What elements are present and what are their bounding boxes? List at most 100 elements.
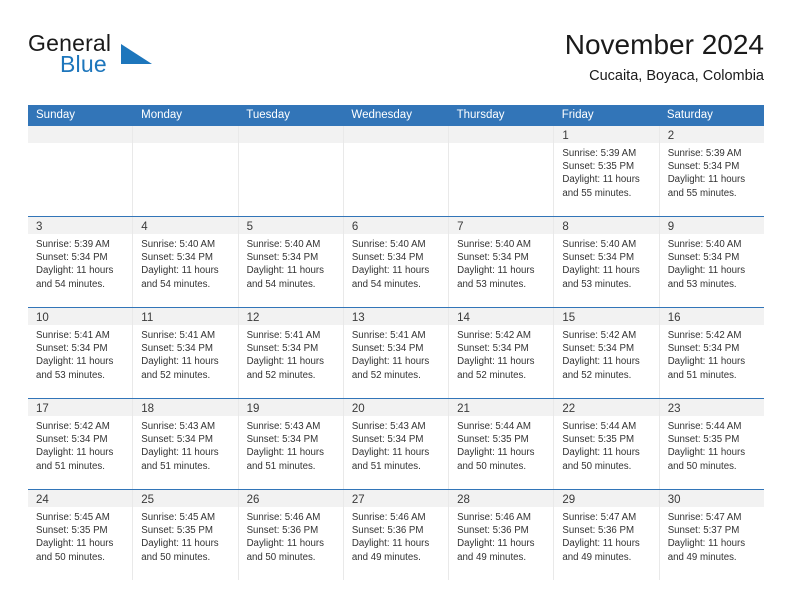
day-number: 29 bbox=[562, 494, 576, 506]
day-number-band bbox=[238, 126, 343, 143]
daylight-text: Daylight: 11 hours and 52 minutes. bbox=[351, 356, 430, 381]
day-number: 15 bbox=[562, 312, 576, 324]
sunset-text: Sunset: 5:34 PM bbox=[562, 252, 635, 264]
page-header: General Blue November 2024 Cucaita, Boya… bbox=[28, 28, 764, 98]
daylight-text: Daylight: 11 hours and 52 minutes. bbox=[246, 356, 324, 381]
day-sun-info: Sunrise: 5:40 AM Sunset: 5:34 PM Daylight:… bbox=[133, 234, 237, 291]
day-cell[interactable]: 8 Sunrise: 5:40 AM Sunset: 5:34 PM Daylight… bbox=[554, 217, 660, 307]
sunrise-text: Sunrise: 5:40 AM bbox=[246, 239, 321, 250]
day-number-band: 28 bbox=[449, 490, 554, 507]
day-cell[interactable]: 1 Sunrise: 5:39 AM Sunset: 5:35 PM Daylight… bbox=[554, 126, 660, 216]
day-number-band: 30 bbox=[659, 490, 764, 507]
daylight-text: Daylight: 11 hours and 50 minutes. bbox=[667, 447, 746, 472]
sunrise-text: Sunrise: 5:47 AM bbox=[562, 512, 637, 523]
day-sun-info: Sunrise: 5:42 AM Sunset: 5:34 PM Daylight:… bbox=[449, 325, 553, 382]
day-cell[interactable]: 4 Sunrise: 5:40 AM Sunset: 5:34 PM Daylight… bbox=[133, 217, 239, 307]
daylight-text: Daylight: 11 hours and 52 minutes. bbox=[457, 356, 535, 381]
day-sun-info: Sunrise: 5:43 AM Sunset: 5:34 PM Daylight:… bbox=[344, 416, 448, 473]
sunset-text: Sunset: 5:35 PM bbox=[562, 161, 635, 173]
day-number: 4 bbox=[141, 221, 148, 233]
day-cell[interactable]: 13 Sunrise: 5:41 AM Sunset: 5:34 PM Dayligh… bbox=[343, 308, 450, 398]
sunrise-text: Sunrise: 5:40 AM bbox=[141, 239, 216, 250]
day-number-band: 26 bbox=[238, 490, 343, 507]
day-cell[interactable]: 14 Sunrise: 5:42 AM Sunset: 5:34 PM Dayligh… bbox=[449, 308, 555, 398]
sunrise-text: Sunrise: 5:46 AM bbox=[246, 512, 321, 523]
day-cell[interactable]: 19 Sunrise: 5:43 AM Sunset: 5:34 PM Dayligh… bbox=[238, 399, 344, 489]
day-cell-empty bbox=[343, 126, 450, 216]
daylight-text: Daylight: 11 hours and 51 minutes. bbox=[351, 447, 430, 472]
day-cell[interactable]: 29 Sunrise: 5:47 AM Sunset: 5:36 PM Dayligh… bbox=[554, 490, 660, 580]
day-cell[interactable]: 28 Sunrise: 5:46 AM Sunset: 5:36 PM Dayligh… bbox=[449, 490, 555, 580]
day-sun-info: Sunrise: 5:44 AM Sunset: 5:35 PM Daylight:… bbox=[449, 416, 553, 473]
day-sun-info: Sunrise: 5:41 AM Sunset: 5:34 PM Daylight:… bbox=[239, 325, 343, 382]
day-cell[interactable]: 5 Sunrise: 5:40 AM Sunset: 5:34 PM Daylight… bbox=[238, 217, 344, 307]
day-number-band bbox=[343, 126, 449, 143]
weekday-friday: Friday bbox=[561, 109, 594, 121]
day-number: 20 bbox=[351, 403, 365, 415]
day-number: 13 bbox=[351, 312, 365, 324]
sunset-text: Sunset: 5:34 PM bbox=[246, 252, 319, 264]
day-sun-info: Sunrise: 5:42 AM Sunset: 5:34 PM Daylight:… bbox=[28, 416, 132, 473]
sunset-text: Sunset: 5:34 PM bbox=[351, 343, 424, 355]
daylight-text: Daylight: 11 hours and 50 minutes. bbox=[36, 538, 114, 563]
sunset-text: Sunset: 5:35 PM bbox=[667, 434, 740, 446]
day-cell[interactable]: 7 Sunrise: 5:40 AM Sunset: 5:34 PM Daylight… bbox=[449, 217, 555, 307]
sunset-text: Sunset: 5:34 PM bbox=[457, 343, 529, 355]
day-cell[interactable]: 17 Sunrise: 5:42 AM Sunset: 5:34 PM Dayligh… bbox=[28, 399, 134, 489]
day-number-band: 15 bbox=[554, 308, 659, 325]
day-cell[interactable]: 2 Sunrise: 5:39 AM Sunset: 5:34 PM Daylight… bbox=[659, 126, 764, 216]
day-cell[interactable]: 21 Sunrise: 5:44 AM Sunset: 5:35 PM Dayligh… bbox=[449, 399, 555, 489]
day-number: 6 bbox=[351, 221, 359, 233]
day-cell[interactable]: 24 Sunrise: 5:45 AM Sunset: 5:35 PM Dayligh… bbox=[28, 490, 134, 580]
sunrise-text: Sunrise: 5:44 AM bbox=[457, 421, 531, 432]
day-cell[interactable]: 15 Sunrise: 5:42 AM Sunset: 5:34 PM Dayligh… bbox=[554, 308, 660, 398]
day-number-band: 14 bbox=[449, 308, 554, 325]
day-sun-info: Sunrise: 5:39 AM Sunset: 5:35 PM Daylight:… bbox=[554, 143, 658, 200]
daylight-text: Daylight: 11 hours and 53 minutes. bbox=[36, 356, 114, 381]
day-cell[interactable]: 9 Sunrise: 5:40 AM Sunset: 5:34 PM Daylight… bbox=[659, 217, 764, 307]
calendar-week-row: 10 Sunrise: 5:41 AM Sunset: 5:34 PM Dayligh… bbox=[28, 308, 764, 399]
day-cell[interactable]: 23 Sunrise: 5:44 AM Sunset: 5:35 PM Dayligh… bbox=[659, 399, 764, 489]
daylight-text: Daylight: 11 hours and 50 minutes. bbox=[246, 538, 324, 563]
day-number-band: 27 bbox=[343, 490, 449, 507]
day-cell[interactable]: 18 Sunrise: 5:43 AM Sunset: 5:34 PM Dayligh… bbox=[133, 399, 239, 489]
day-cell[interactable]: 27 Sunrise: 5:46 AM Sunset: 5:36 PM Dayligh… bbox=[343, 490, 450, 580]
calendar-weeks: 1 Sunrise: 5:39 AM Sunset: 5:35 PM Daylight… bbox=[28, 126, 764, 580]
day-sun-info: Sunrise: 5:46 AM Sunset: 5:36 PM Daylight:… bbox=[344, 507, 448, 564]
day-number-band: 1 bbox=[554, 126, 659, 143]
day-number: 26 bbox=[246, 494, 260, 506]
sunset-text: Sunset: 5:36 PM bbox=[351, 525, 424, 537]
sunrise-text: Sunrise: 5:41 AM bbox=[141, 330, 216, 341]
day-number: 14 bbox=[457, 312, 470, 324]
logo-text-blue: Blue bbox=[60, 51, 107, 77]
daylight-text: Daylight: 11 hours and 51 minutes. bbox=[667, 356, 746, 381]
day-number-band: 5 bbox=[238, 217, 343, 234]
day-cell[interactable]: 30 Sunrise: 5:47 AM Sunset: 5:37 PM Dayligh… bbox=[659, 490, 764, 580]
day-number: 21 bbox=[457, 403, 470, 415]
day-number-band: 6 bbox=[343, 217, 449, 234]
day-cell[interactable]: 6 Sunrise: 5:40 AM Sunset: 5:34 PM Daylight… bbox=[343, 217, 450, 307]
day-cell[interactable]: 3 Sunrise: 5:39 AM Sunset: 5:34 PM Daylight… bbox=[28, 217, 134, 307]
day-number: 9 bbox=[667, 221, 675, 233]
day-cell[interactable]: 25 Sunrise: 5:45 AM Sunset: 5:35 PM Dayligh… bbox=[133, 490, 239, 580]
day-cell[interactable]: 10 Sunrise: 5:41 AM Sunset: 5:34 PM Dayligh… bbox=[28, 308, 134, 398]
day-number-band: 2 bbox=[659, 126, 764, 143]
sunset-text: Sunset: 5:34 PM bbox=[457, 252, 529, 264]
day-cell[interactable]: 26 Sunrise: 5:46 AM Sunset: 5:36 PM Dayligh… bbox=[238, 490, 344, 580]
day-cell[interactable]: 16 Sunrise: 5:42 AM Sunset: 5:34 PM Dayligh… bbox=[659, 308, 764, 398]
day-cell[interactable]: 22 Sunrise: 5:44 AM Sunset: 5:35 PM Dayligh… bbox=[554, 399, 660, 489]
day-cell-empty bbox=[238, 126, 344, 216]
day-cell[interactable]: 11 Sunrise: 5:41 AM Sunset: 5:34 PM Dayligh… bbox=[133, 308, 239, 398]
weekday-sunday: Sunday bbox=[36, 109, 76, 121]
sunset-text: Sunset: 5:34 PM bbox=[246, 343, 319, 355]
day-cell[interactable]: 20 Sunrise: 5:43 AM Sunset: 5:34 PM Dayligh… bbox=[343, 399, 450, 489]
sunset-text: Sunset: 5:34 PM bbox=[141, 252, 213, 264]
daylight-text: Daylight: 11 hours and 53 minutes. bbox=[457, 265, 535, 290]
day-cell[interactable]: 12 Sunrise: 5:41 AM Sunset: 5:34 PM Dayligh… bbox=[238, 308, 344, 398]
sunset-text: Sunset: 5:34 PM bbox=[351, 252, 424, 264]
calendar-page: General Blue November 2024 Cucaita, Boya… bbox=[0, 0, 792, 612]
day-number-band: 24 bbox=[28, 490, 133, 507]
sunrise-text: Sunrise: 5:44 AM bbox=[562, 421, 637, 432]
day-sun-info: Sunrise: 5:42 AM Sunset: 5:34 PM Daylight:… bbox=[660, 325, 764, 382]
sunset-text: Sunset: 5:36 PM bbox=[246, 525, 319, 537]
